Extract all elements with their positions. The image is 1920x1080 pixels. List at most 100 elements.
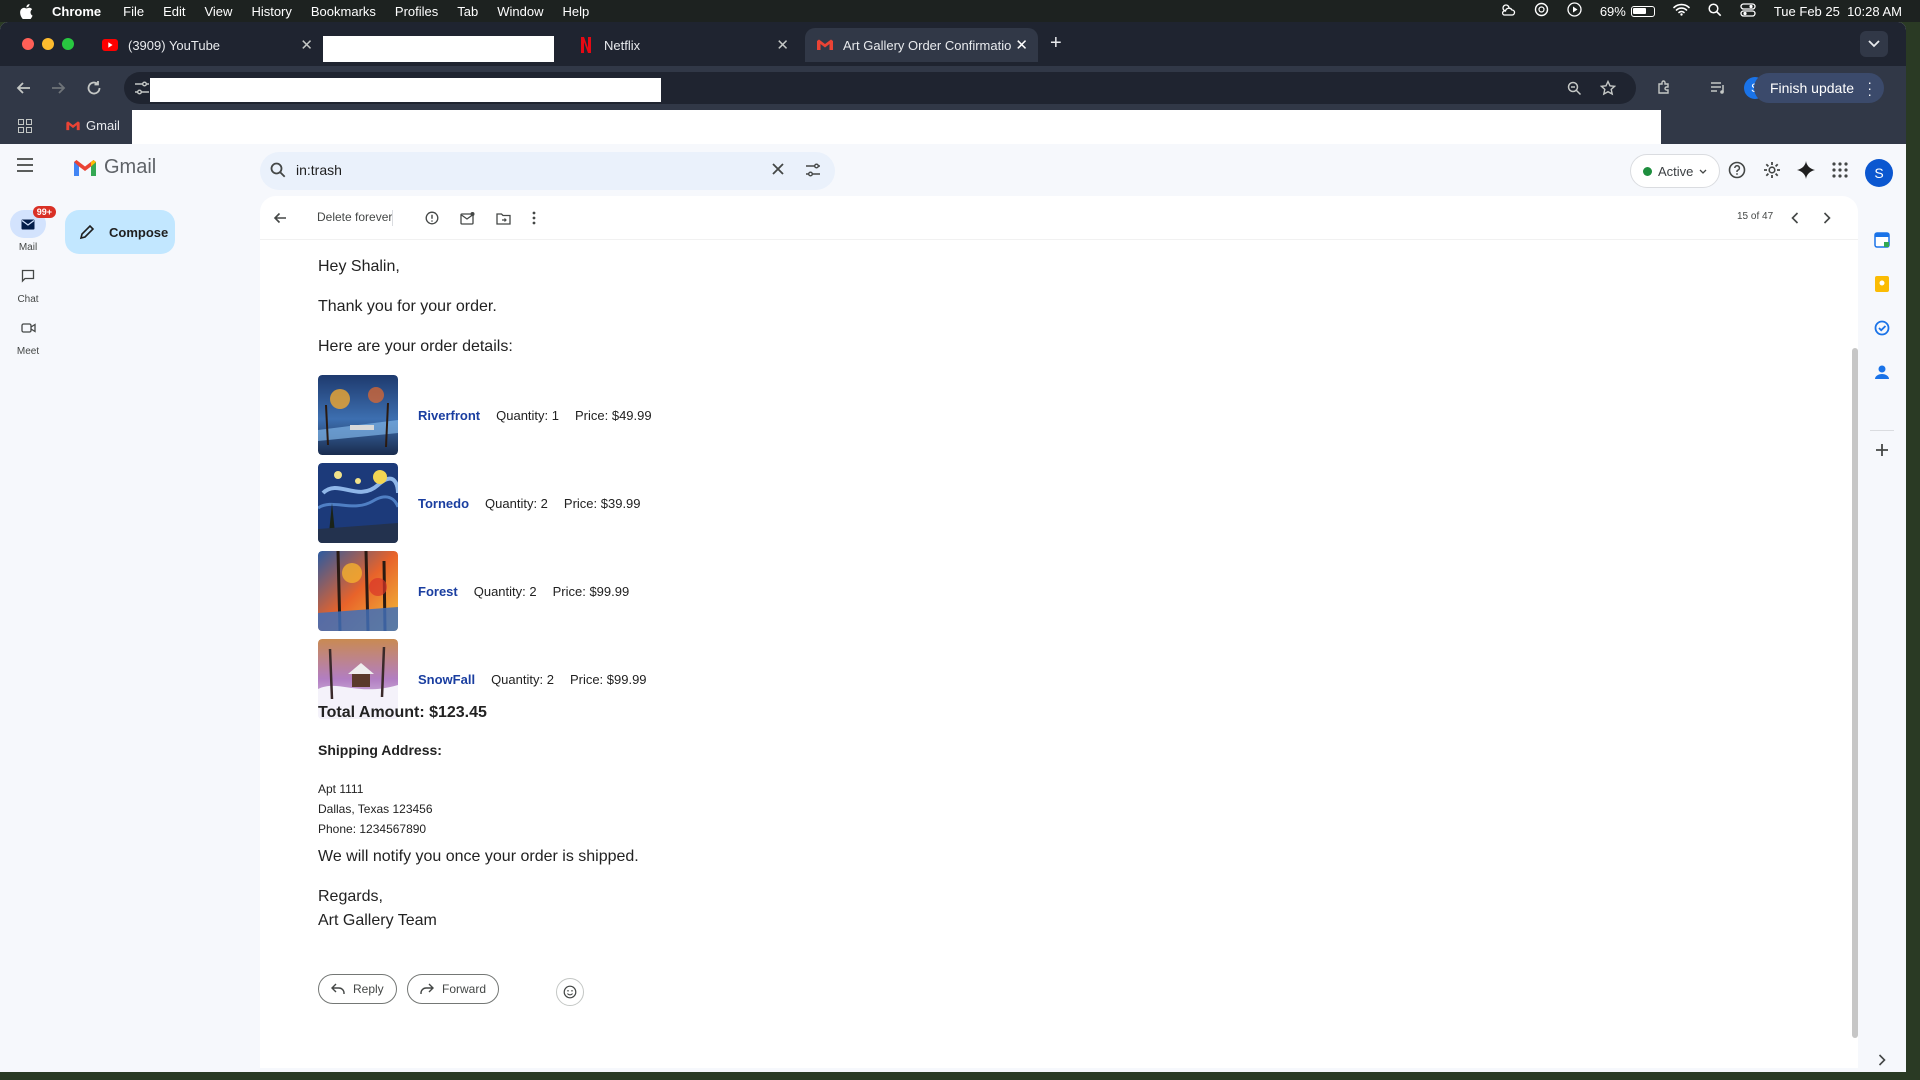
regards-text: Regards, <box>318 888 383 905</box>
bookmark-gmail[interactable]: Gmail <box>66 118 120 133</box>
item-link-snowfall[interactable]: SnowFall <box>418 672 475 687</box>
report-spam-icon[interactable] <box>420 206 444 230</box>
zoom-icon[interactable] <box>1562 76 1586 100</box>
expand-panel-icon[interactable] <box>1872 1050 1892 1070</box>
media-controls-icon[interactable] <box>1706 76 1730 100</box>
settings-gear-icon[interactable] <box>1760 158 1784 182</box>
minimize-window-button[interactable] <box>42 38 54 50</box>
gemini-sparkle-icon[interactable] <box>1794 158 1818 182</box>
tornedo-painting-image[interactable] <box>318 463 398 543</box>
forward-button[interactable]: Forward <box>407 974 500 1004</box>
bookmark-star-icon[interactable] <box>1596 76 1620 100</box>
main-menu-icon[interactable] <box>16 158 34 177</box>
video-camera-icon <box>20 323 36 333</box>
account-avatar[interactable]: S <box>1865 159 1893 187</box>
help-icon[interactable] <box>1725 158 1749 182</box>
chevron-down-icon <box>1699 169 1707 174</box>
menu-edit[interactable]: Edit <box>163 4 185 19</box>
reload-icon[interactable] <box>82 76 106 100</box>
tab-title: Art Gallery Order Confirmatio <box>843 37 1011 53</box>
menu-profiles[interactable]: Profiles <box>395 4 438 19</box>
back-to-list-icon[interactable] <box>268 206 292 230</box>
search-options-icon[interactable] <box>805 162 821 183</box>
forest-painting-image[interactable] <box>318 551 398 631</box>
tab-close-icon[interactable]: ✕ <box>776 36 789 54</box>
reply-button[interactable]: Reply <box>318 974 397 1004</box>
battery-status[interactable]: 69% <box>1600 4 1655 19</box>
mail-search-bar[interactable]: in:trash <box>260 152 835 190</box>
clear-search-icon[interactable] <box>771 162 785 181</box>
mail-pill: 99+ <box>10 206 56 238</box>
back-arrow-icon[interactable] <box>12 76 36 100</box>
compose-label: Compose <box>109 224 169 240</box>
close-window-button[interactable] <box>22 38 34 50</box>
order-item: Forest Quantity: 2 Price: $99.99 <box>318 551 645 631</box>
item-link-riverfront[interactable]: Riverfront <box>418 408 480 423</box>
url-redacted[interactable] <box>150 78 661 102</box>
play-icon[interactable] <box>1567 2 1582 20</box>
gmail-logo[interactable]: Gmail <box>72 156 156 179</box>
move-to-icon[interactable] <box>491 206 515 230</box>
contacts-icon[interactable] <box>1872 362 1892 382</box>
status-selector[interactable]: Active <box>1630 154 1721 188</box>
rail-item-mail[interactable]: 99+ Mail <box>0 206 56 253</box>
tab-art-gallery[interactable]: Art Gallery Order Confirmatio ✕ <box>805 28 1038 62</box>
item-link-tornedo[interactable]: Tornedo <box>418 496 469 511</box>
tab-redacted[interactable] <box>323 36 554 62</box>
spotlight-icon[interactable] <box>1708 2 1722 20</box>
maximize-window-button[interactable] <box>62 38 74 50</box>
menu-app-name[interactable]: Chrome <box>52 4 101 19</box>
search-icon[interactable] <box>270 162 286 183</box>
tab-youtube[interactable]: (3909) YouTube ✕ <box>90 28 323 62</box>
weather-icon[interactable] <box>1500 3 1516 20</box>
tasks-icon[interactable] <box>1872 318 1892 338</box>
apps-grid-icon[interactable] <box>18 119 32 138</box>
gmail-logo-text: Gmail <box>104 156 157 178</box>
extensions-icon[interactable] <box>1652 76 1676 100</box>
message-counter: 15 of 47 <box>1737 211 1774 222</box>
control-center-icon[interactable] <box>1740 2 1756 20</box>
apple-icon[interactable] <box>20 3 34 19</box>
menu-file[interactable]: File <box>123 4 144 19</box>
menu-view[interactable]: View <box>204 4 232 19</box>
battery-percent: 69% <box>1599 3 1626 19</box>
keep-icon[interactable] <box>1872 274 1892 294</box>
menu-tab[interactable]: Tab <box>457 4 478 19</box>
chatgpt-icon[interactable] <box>1534 2 1549 20</box>
mark-unread-icon[interactable] <box>455 206 479 230</box>
chevron-down-icon <box>1868 40 1880 48</box>
google-apps-icon[interactable] <box>1828 158 1852 182</box>
item-link-forest[interactable]: Forest <box>418 584 458 599</box>
forward-arrow-icon[interactable] <box>46 76 70 100</box>
rail-item-chat[interactable]: Chat <box>0 262 56 305</box>
add-addon-icon[interactable] <box>1872 440 1892 460</box>
menu-help[interactable]: Help <box>563 4 590 19</box>
tab-netflix[interactable]: Netflix ✕ <box>566 28 799 62</box>
tab-close-icon[interactable]: ✕ <box>1015 36 1028 54</box>
wifi-icon[interactable] <box>1673 3 1690 19</box>
total-amount: Total Amount: $123.45 <box>318 704 487 721</box>
rail-item-meet[interactable]: Meet <box>0 314 56 357</box>
new-tab-button[interactable]: + <box>1050 32 1062 55</box>
search-input[interactable]: in:trash <box>296 162 342 178</box>
tab-search-button[interactable] <box>1860 31 1888 57</box>
menu-history[interactable]: History <box>251 4 291 19</box>
delete-forever-button[interactable]: Delete forever <box>317 210 392 224</box>
menu-bookmarks[interactable]: Bookmarks <box>311 4 376 19</box>
netflix-icon <box>578 37 594 53</box>
tab-title: Netflix <box>604 37 641 53</box>
battery-icon <box>1630 5 1655 17</box>
compose-button[interactable]: Compose <box>65 210 175 254</box>
finish-update-button[interactable]: Finish update · · · <box>1753 73 1884 103</box>
youtube-icon <box>102 37 118 53</box>
calendar-icon[interactable] <box>1872 230 1892 250</box>
older-message-icon[interactable] <box>1815 206 1839 230</box>
more-options-icon[interactable] <box>522 206 546 230</box>
gmail-favicon <box>817 37 833 53</box>
menu-window[interactable]: Window <box>497 4 543 19</box>
emoji-reaction-button[interactable] <box>556 978 584 1006</box>
newer-message-icon[interactable] <box>1783 206 1807 230</box>
menu-datetime[interactable]: Tue Feb 25 10:28 AM <box>1774 4 1902 19</box>
riverfront-painting-image[interactable] <box>318 375 398 455</box>
tab-close-icon[interactable]: ✕ <box>300 36 313 54</box>
